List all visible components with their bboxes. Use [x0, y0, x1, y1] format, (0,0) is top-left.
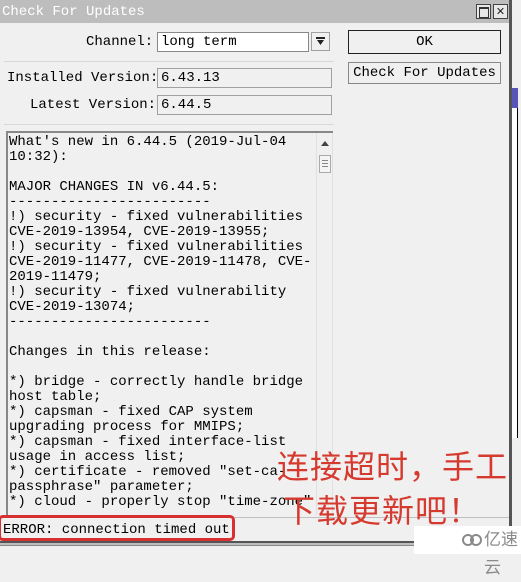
ok-button[interactable]: OK	[348, 30, 501, 54]
separator	[4, 124, 334, 125]
dropdown-arrow-icon	[316, 37, 325, 45]
close-icon: ✕	[495, 5, 506, 18]
channel-select[interactable]: long term	[157, 32, 309, 52]
check-for-updates-button[interactable]: Check For Updates	[348, 62, 501, 84]
close-button[interactable]: ✕	[493, 4, 508, 19]
cloud-logo-icon	[462, 534, 482, 546]
title-bar[interactable]: Check For Updates ✕	[0, 0, 509, 23]
maximize-button[interactable]	[476, 4, 491, 19]
scroll-up-arrow-icon[interactable]	[321, 141, 329, 146]
watermark: 亿速云	[414, 526, 521, 578]
annotation-line-1: 连接超时，手工	[277, 448, 509, 486]
background-scrollbar-track	[512, 108, 518, 438]
watermark-text: 亿速云	[484, 530, 518, 578]
background-scrollbar-thumb	[512, 88, 518, 108]
scroll-thumb[interactable]	[319, 155, 331, 173]
separator	[4, 61, 334, 62]
window-title: Check For Updates	[2, 4, 145, 20]
error-highlight-box	[0, 515, 235, 541]
release-notes-text: What's new in 6.44.5 (2019-Jul-04 10:32)…	[9, 134, 312, 510]
installed-version-label: Installed Version:	[7, 70, 159, 86]
channel-dropdown-button[interactable]	[311, 32, 330, 51]
annotation-line-2: 下载更新吧！	[283, 492, 482, 530]
latest-version-field: 6.44.5	[157, 95, 332, 115]
channel-label: Channel:	[86, 34, 154, 50]
latest-version-label: Latest Version:	[30, 97, 157, 113]
installed-version-field: 6.43.13	[157, 68, 332, 88]
